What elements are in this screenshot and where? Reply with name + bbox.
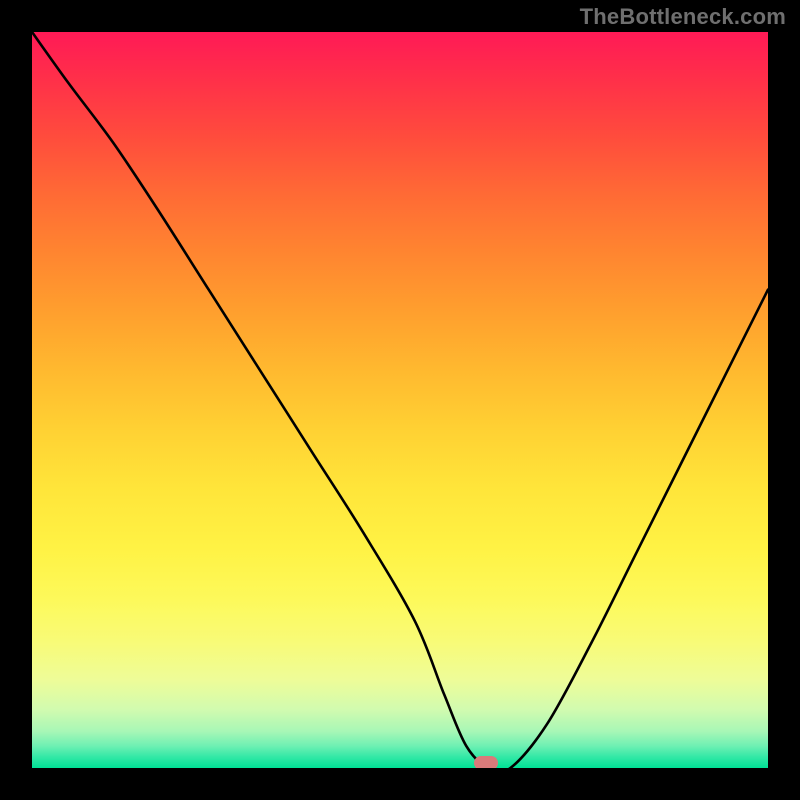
watermark-text: TheBottleneck.com [580, 4, 786, 30]
plot-area [32, 32, 768, 768]
chart-frame: TheBottleneck.com [0, 0, 800, 800]
optimal-marker [474, 756, 498, 768]
bottleneck-curve [32, 32, 768, 768]
